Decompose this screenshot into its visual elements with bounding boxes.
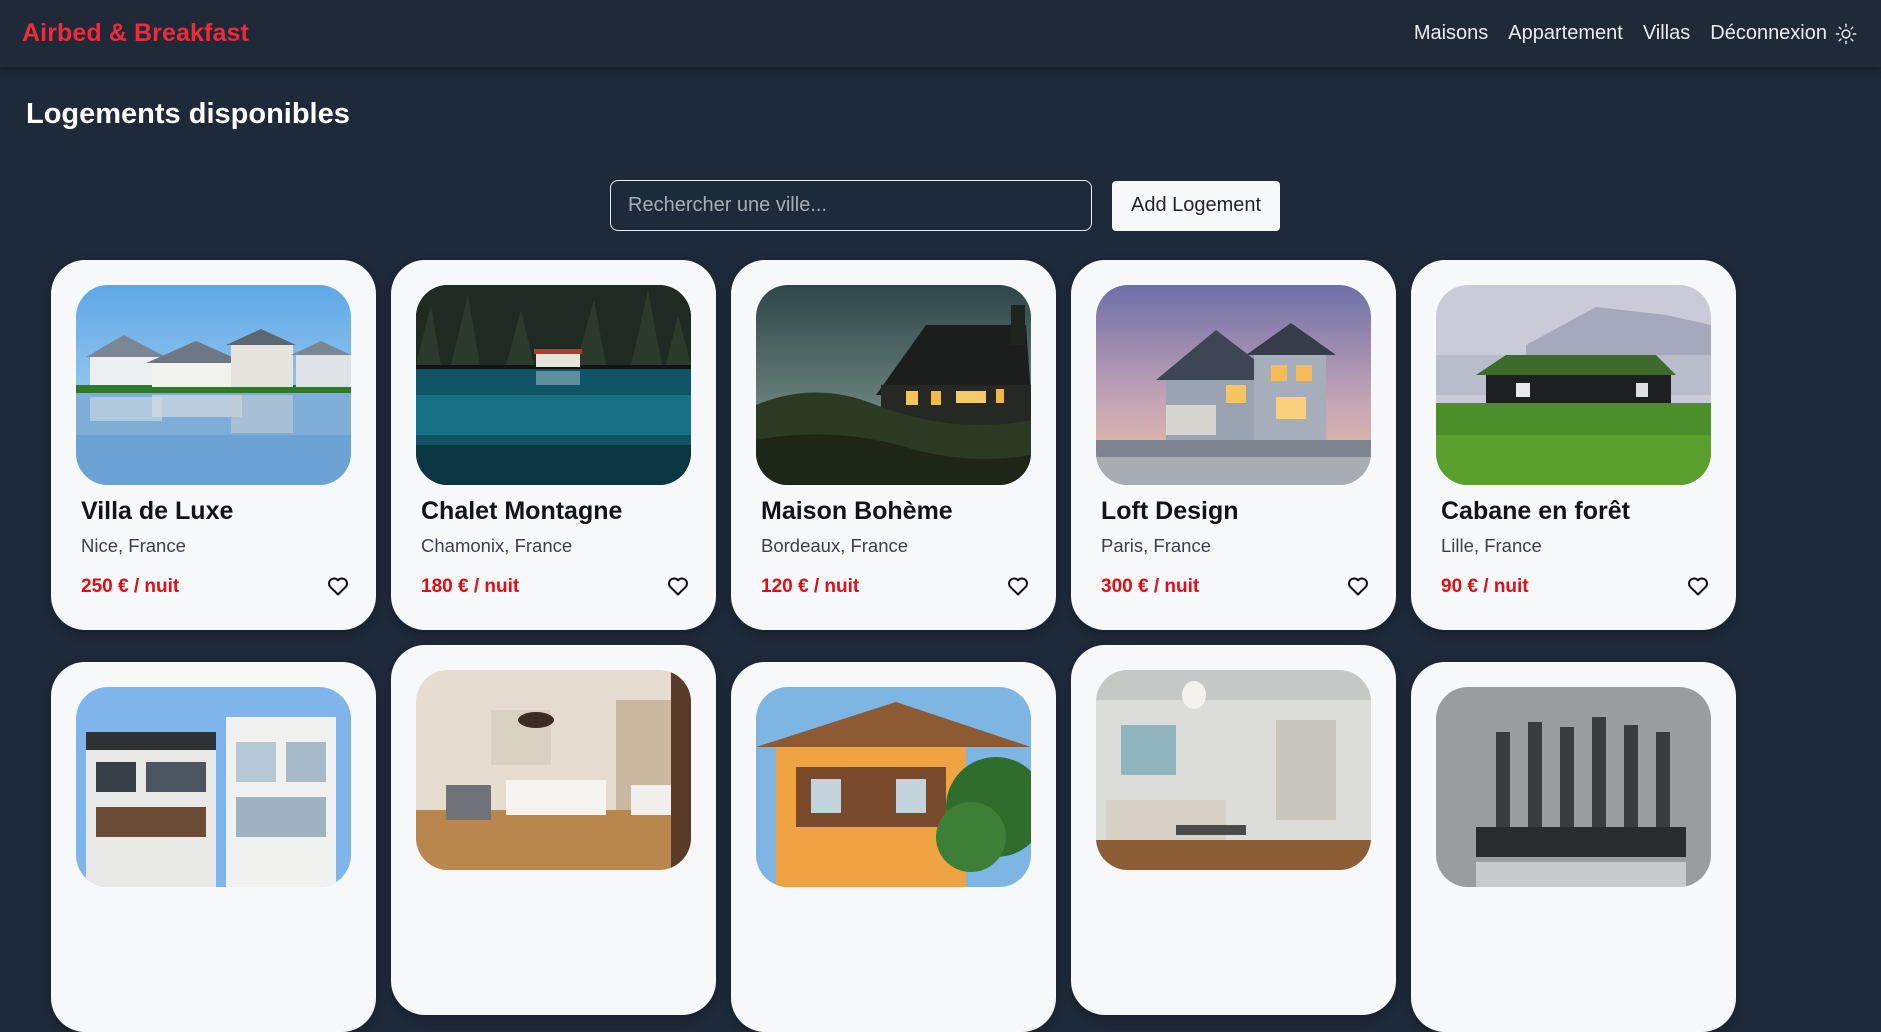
listing-price: 250 € / nuit (81, 576, 180, 597)
listing-photo (76, 285, 351, 485)
listing-photo (1096, 670, 1371, 870)
listing-card[interactable]: Villa de Luxe Nice, France 250 € / nuit (51, 260, 376, 630)
listing-card[interactable]: Cabane en forêt Lille, France 90 € / nui… (1411, 260, 1736, 630)
listing-photo (1436, 285, 1711, 485)
listing-card[interactable]: Loft Design Paris, France 300 € / nuit (1071, 260, 1396, 630)
add-listing-button[interactable]: Add Logement (1112, 180, 1281, 231)
search-input[interactable] (610, 180, 1092, 231)
listing-title: Cabane en forêt (1441, 497, 1630, 525)
listing-location: Bordeaux, France (761, 535, 909, 556)
nav-links: Maisons Appartement Villas Déconnexion (1394, 21, 1859, 47)
listing-photo (756, 687, 1031, 887)
listing-location: Nice, France (81, 535, 186, 556)
page-title: Logements disponibles (26, 98, 350, 130)
listing-photo (76, 687, 351, 887)
listing-photo (1096, 285, 1371, 485)
listing-price: 120 € / nuit (761, 576, 860, 597)
listing-price: 90 € / nuit (1441, 576, 1529, 597)
heart-outline-icon[interactable] (1346, 574, 1370, 598)
listing-title: Maison Bohème (761, 497, 953, 525)
listing-card[interactable]: Chalet Montagne Chamonix, France 180 € /… (391, 260, 716, 630)
listing-card[interactable] (391, 645, 716, 1015)
listing-card[interactable] (1071, 645, 1396, 1015)
nav-link-deconnexion[interactable]: Déconnexion (1710, 22, 1827, 45)
listing-title: Chalet Montagne (421, 497, 623, 525)
listing-price: 180 € / nuit (421, 576, 520, 597)
listing-card[interactable]: Maison Bohème Bordeaux, France 120 € / n… (731, 260, 1056, 630)
nav-link-villas[interactable]: Villas (1643, 22, 1690, 45)
brand-logo[interactable]: Airbed & Breakfast (22, 19, 249, 48)
listing-card[interactable] (51, 662, 376, 1032)
nav-link-appartement[interactable]: Appartement (1508, 22, 1623, 45)
top-navbar: Airbed & Breakfast Maisons Appartement V… (0, 0, 1881, 67)
listing-card[interactable] (1411, 662, 1736, 1032)
listing-photo (416, 670, 691, 870)
listing-photo (756, 285, 1031, 485)
listing-title: Villa de Luxe (81, 497, 234, 525)
listing-location: Chamonix, France (421, 535, 573, 556)
listing-photo (1436, 687, 1711, 887)
theme-toggle-button[interactable] (1833, 21, 1859, 47)
heart-outline-icon[interactable] (326, 574, 350, 598)
heart-outline-icon[interactable] (1686, 574, 1710, 598)
search-bar: Add Logement (610, 180, 1281, 231)
listing-price: 300 € / nuit (1101, 576, 1200, 597)
sun-icon (1835, 23, 1857, 44)
listing-location: Lille, France (1441, 535, 1542, 556)
listing-title: Loft Design (1101, 497, 1239, 525)
listing-photo (416, 285, 691, 485)
nav-link-maisons[interactable]: Maisons (1414, 22, 1488, 45)
listing-card[interactable] (731, 662, 1056, 1032)
heart-outline-icon[interactable] (1006, 574, 1030, 598)
heart-outline-icon[interactable] (666, 574, 690, 598)
listing-location: Paris, France (1101, 535, 1212, 556)
